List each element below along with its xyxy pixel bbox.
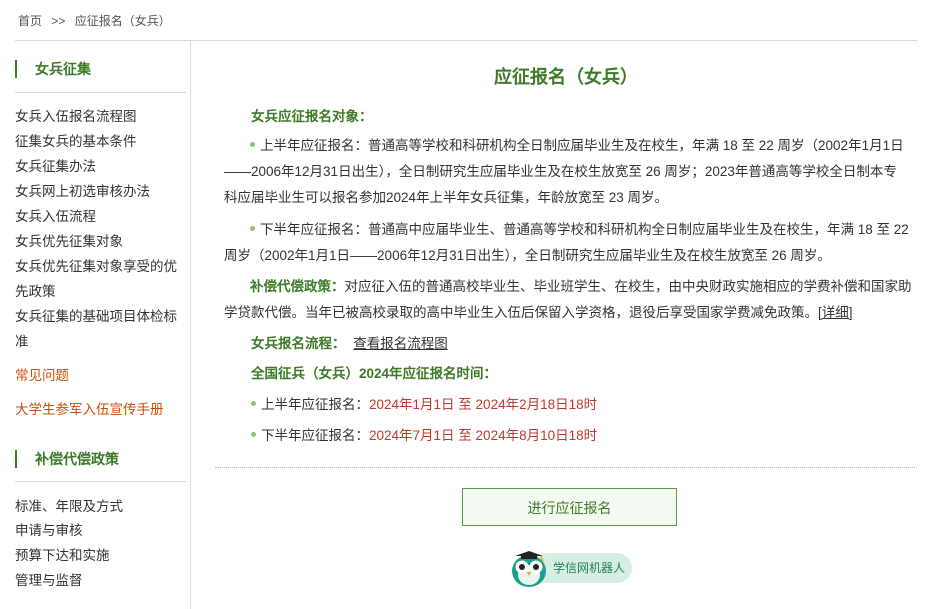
time-heading: 全国征兵（女兵）2024年应征报名时间： (251, 366, 498, 381)
breadcrumb-home[interactable]: 首页 (18, 14, 42, 28)
owl-robot-icon (512, 551, 546, 587)
sidebar-item-priority-policy-cont[interactable]: 先政策 (15, 279, 183, 304)
sidebar-section-divider (15, 92, 186, 93)
first-half-target: 上半年应征报名：普通高等学校和科研机构全日制应届毕业生及在校生，年满 18 至 … (224, 138, 904, 205)
sidebar-item-physical-standard[interactable]: 女兵征集的基础项目体检标 (15, 304, 183, 329)
page-title: 应征报名（女兵） (494, 67, 638, 87)
sidebar-item-supervision[interactable]: 管理与监督 (15, 568, 183, 593)
bullet-icon (250, 141, 255, 147)
sidebar-item-physical-standard-cont[interactable]: 准 (15, 329, 183, 354)
breadcrumb-separator: >> (51, 14, 66, 28)
target-heading: 女兵应征报名对象： (251, 109, 373, 124)
breadcrumb-current: 应征报名（女兵） (74, 14, 171, 28)
sidebar-item-process-chart[interactable]: 女兵入伍报名流程图 (15, 104, 183, 129)
sidebar-item-budget[interactable]: 预算下达和实施 (15, 543, 183, 568)
sidebar-section-title-compensation: 补偿代偿政策 (15, 448, 119, 470)
sidebar: 女兵征集 女兵入伍报名流程图 征集女兵的基本条件 女兵征集办法 女兵网上初选审核… (15, 41, 191, 609)
bullet-icon (250, 225, 255, 231)
bullet-icon (251, 400, 256, 406)
sidebar-item-enlist-flow[interactable]: 女兵入伍流程 (15, 204, 183, 229)
process-chart-link[interactable]: 查看报名流程图 (353, 336, 448, 351)
compensation-policy: 补偿代偿政策：对应征入伍的普通高校毕业生、毕业班学生、在校生，由中央财政实施相应… (224, 279, 912, 320)
comp-detail-link[interactable]: [详细] (818, 305, 853, 320)
second-half-target: 下半年应征报名：普通高中应届毕业生、普通高等学校和科研机构全日制应届毕业生及在校… (224, 222, 909, 263)
sidebar-item-basic-conditions[interactable]: 征集女兵的基本条件 (15, 129, 183, 154)
sidebar-item-apply-review[interactable]: 申请与审核 (15, 518, 183, 543)
sidebar-section-title-female-recruit: 女兵征集 (15, 58, 91, 80)
sidebar-item-standards[interactable]: 标准、年限及方式 (15, 494, 183, 519)
robot-label: 学信网机器人 (553, 561, 626, 575)
second-half-time: 下半年应征报名：2024年7月1日 至 2024年8月10日18时 (224, 423, 914, 449)
sidebar-item-priority-targets[interactable]: 女兵优先征集对象 (15, 229, 183, 254)
breadcrumb: 首页 >> 应征报名（女兵） (18, 12, 177, 29)
process-row: 女兵报名流程： 查看报名流程图 (251, 336, 448, 351)
content-divider (215, 467, 917, 468)
sidebar-item-priority-policy[interactable]: 女兵优先征集对象享受的优 (15, 254, 183, 279)
sidebar-item-handbook[interactable]: 大学生参军入伍宣传手册 (15, 397, 183, 422)
apply-button[interactable]: 进行应征报名 (462, 488, 677, 526)
sidebar-item-recruit-method[interactable]: 女兵征集办法 (15, 154, 183, 179)
bullet-icon (251, 431, 256, 437)
first-half-time: 上半年应征报名：2024年1月1日 至 2024年2月18日18时 (224, 392, 914, 418)
robot-assistant-button[interactable]: 学信网机器人 (509, 547, 634, 589)
sidebar-section-divider (15, 481, 186, 482)
sidebar-item-faq[interactable]: 常见问题 (15, 363, 183, 388)
sidebar-item-online-review[interactable]: 女兵网上初选审核办法 (15, 179, 183, 204)
